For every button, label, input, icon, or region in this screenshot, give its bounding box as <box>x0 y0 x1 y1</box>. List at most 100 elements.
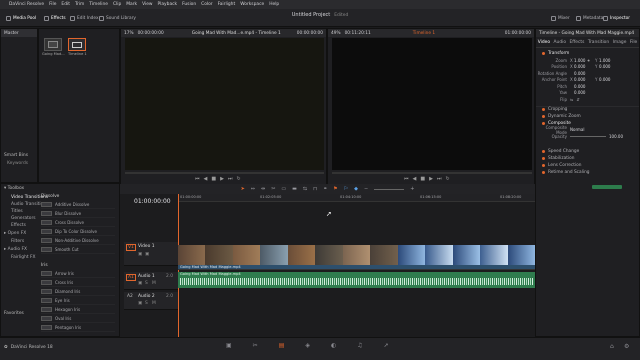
snap-icon[interactable]: ⊓ <box>313 186 317 192</box>
section-cropping[interactable]: Cropping <box>536 105 639 113</box>
link-icon[interactable]: ⚭ <box>323 186 327 192</box>
timeline-thumbnail[interactable] <box>68 38 86 51</box>
track-v1-label[interactable]: V1 <box>126 244 136 251</box>
audiofx-item[interactable]: ▸ Audio FX <box>4 247 27 252</box>
mute-icon[interactable]: M <box>152 281 156 286</box>
tab-file[interactable]: File <box>630 40 637 45</box>
menu-workspace[interactable]: Workspace <box>240 2 264 7</box>
section-speed-change[interactable]: Speed Change <box>536 148 639 155</box>
fx-additive-dissolve[interactable]: Additive Dissolve <box>41 201 115 209</box>
titles-item[interactable]: Titles <box>11 209 23 214</box>
opacity-field[interactable]: Opacity 100.00 <box>536 133 639 140</box>
enabled-indicator[interactable] <box>542 52 545 55</box>
menu-mark[interactable]: Mark <box>126 2 137 7</box>
menu-fairlight[interactable]: Fairlight <box>218 2 236 7</box>
track-a1-name[interactable]: Audio 1 <box>138 274 155 279</box>
menu-trim[interactable]: Trim <box>75 2 84 7</box>
filters-item[interactable]: Filters <box>11 239 24 244</box>
section-stabilization[interactable]: Stabilization <box>536 155 639 162</box>
media-page-icon[interactable]: ▣ <box>226 342 232 349</box>
fx-hexagon-iris[interactable]: Hexagon Iris <box>41 306 115 314</box>
marker-icon[interactable]: ◆ <box>354 186 358 192</box>
menu-file[interactable]: File <box>49 2 56 7</box>
menu-playback[interactable]: Playback <box>158 2 178 7</box>
track-a2-label[interactable]: A2 <box>126 294 134 299</box>
enabled-indicator[interactable] <box>542 156 545 160</box>
mute-icon[interactable]: M <box>152 301 156 306</box>
play-reverse-icon[interactable]: ◀ <box>413 176 417 182</box>
timeline-scrubber[interactable] <box>332 172 532 174</box>
solo-icon[interactable]: S <box>145 281 148 286</box>
trim-icon[interactable]: ⇔ <box>251 186 255 192</box>
color-page-icon[interactable]: ◐ <box>331 342 336 349</box>
mixer-button[interactable]: Mixer <box>551 14 570 22</box>
audio-level-slider[interactable] <box>592 185 622 189</box>
loop-icon[interactable]: ↻ <box>445 176 449 182</box>
auto-select-icon[interactable]: ▣ <box>145 252 149 257</box>
tab-transition[interactable]: Transition <box>588 40 609 45</box>
source-scrubber[interactable] <box>125 172 324 174</box>
deliver-page-icon[interactable]: ➚ <box>384 342 389 349</box>
menu-help[interactable]: Help <box>269 2 279 7</box>
track-a2-name[interactable]: Audio 2 <box>138 294 155 299</box>
fx-cross-iris[interactable]: Cross Iris <box>41 279 115 287</box>
opacity-slider[interactable] <box>570 135 606 137</box>
menu-timeline[interactable]: Timeline <box>89 2 108 7</box>
keywords-bin[interactable]: Keywords <box>7 161 28 166</box>
section-retime-scaling[interactable]: Retime and Scaling <box>536 169 639 176</box>
stop-icon[interactable]: ■ <box>420 176 425 182</box>
enabled-indicator[interactable] <box>542 114 545 118</box>
skip-back-icon[interactable]: ⏮ <box>404 176 409 182</box>
settings-gear-icon[interactable]: ⚙ <box>624 343 629 350</box>
tab-video[interactable]: Video <box>538 40 550 45</box>
flag-icon[interactable]: ⚐ <box>344 186 348 192</box>
lock-icon[interactable]: ▣ <box>138 281 142 286</box>
loop-icon[interactable]: ↻ <box>236 176 240 182</box>
audio-clip[interactable]: Going Mad With Mad Maggie.mp4 <box>178 272 535 288</box>
play-reverse-icon[interactable]: ◀ <box>204 176 208 182</box>
fx-smooth-cut[interactable]: Smooth Cut <box>41 246 115 254</box>
solo-icon[interactable]: S <box>145 301 148 306</box>
cut-page-icon[interactable]: ✂ <box>253 342 258 349</box>
tab-image[interactable]: Image <box>613 40 627 45</box>
timeline-ruler[interactable]: 01:00:00:00 01:02:05:00 01:04:10:00 01:0… <box>178 194 535 202</box>
track-a1-label[interactable]: A1 <box>126 274 136 281</box>
track-v1-name[interactable]: Video 1 <box>138 244 155 249</box>
fx-oval-iris[interactable]: Oval Iris <box>41 315 115 323</box>
skip-back-icon[interactable]: ⏮ <box>195 176 200 182</box>
metadata-button[interactable]: Metadata <box>576 14 603 22</box>
fx-arrow-iris[interactable]: Arrow Iris <box>41 270 115 278</box>
stop-icon[interactable]: ■ <box>211 176 216 182</box>
play-icon[interactable]: ▶ <box>429 176 433 182</box>
flip-vertical-icon[interactable]: ⇵ <box>576 97 579 102</box>
fx-pentagon-iris[interactable]: Pentagon Iris <box>41 324 115 332</box>
enabled-indicator[interactable] <box>542 163 545 167</box>
edit-page-icon[interactable]: ▤ <box>279 342 285 349</box>
menu-fusion[interactable]: Fusion <box>182 2 196 7</box>
fx-dip-to-color[interactable]: Dip To Color Dissolve <box>41 228 115 236</box>
dynamic-trim-icon[interactable]: ⇹ <box>261 186 265 192</box>
lock-icon[interactable]: ▣ <box>138 252 142 257</box>
insert-icon[interactable]: ▭ <box>281 186 286 192</box>
enabled-indicator[interactable] <box>542 108 545 111</box>
zoom-slider[interactable] <box>374 188 405 190</box>
effects-toolbox[interactable]: ▾ Toolbox <box>4 186 24 191</box>
menu-view[interactable]: View <box>142 2 152 7</box>
replace-icon[interactable]: ⇆ <box>303 186 307 192</box>
tab-effects[interactable]: Effects <box>570 40 585 45</box>
zoom-out-icon[interactable]: − <box>364 186 368 192</box>
overwrite-icon[interactable]: ▬ <box>292 186 297 192</box>
generators-item[interactable]: Generators <box>11 216 36 221</box>
source-zoom[interactable]: 17% <box>124 31 134 36</box>
home-icon[interactable]: ⌂ <box>610 343 614 350</box>
fx-cross-dissolve[interactable]: Cross Dissolve <box>41 219 115 227</box>
enabled-indicator[interactable] <box>542 149 545 153</box>
blade-icon[interactable]: ✂ <box>271 186 275 192</box>
play-icon[interactable]: ▶ <box>220 176 224 182</box>
clip-thumbnail[interactable] <box>44 38 62 51</box>
timeline-viewer-screen[interactable] <box>332 38 532 170</box>
menu-app[interactable]: DaVinci Resolve <box>9 2 44 7</box>
inspector-button[interactable]: Inspector <box>603 14 630 22</box>
pointer-icon[interactable]: ➤ <box>241 186 245 192</box>
fx-diamond-iris[interactable]: Diamond Iris <box>41 288 115 296</box>
